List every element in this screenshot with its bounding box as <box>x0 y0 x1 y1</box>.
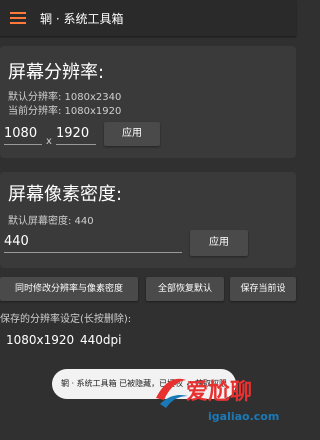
saved-item[interactable]: 1080x1920 440dpi <box>0 330 200 352</box>
saved-header: 保存的分辨率设定(长按删除): <box>0 314 132 325</box>
watermark: 爱尬聊 igaliao.com <box>150 370 296 436</box>
saved-resolution: 1080x1920 <box>6 333 75 347</box>
density-card: 屏幕像素密度: 默认屏幕密度: 440 440 应用 <box>0 172 296 268</box>
density-input[interactable]: 440 <box>4 232 182 253</box>
current-resolution-text: 当前分辨率: 1080x1920 <box>8 106 122 117</box>
watermark-url: igaliao.com <box>208 410 280 423</box>
width-input[interactable]: 1080 <box>4 124 42 145</box>
saved-dpi: 440dpi <box>80 333 122 347</box>
app-title: 辋 · 系统工具箱 <box>40 12 124 26</box>
restore-defaults-button[interactable]: 全部恢复默认 <box>146 277 224 301</box>
save-current-button[interactable]: 保存当前设 <box>230 277 296 301</box>
density-title: 屏幕像素密度: <box>8 184 123 205</box>
resolution-title: 屏幕分辨率: <box>8 62 105 83</box>
app-bar: 辋 · 系统工具箱 <box>0 0 296 36</box>
hamburger-menu-icon[interactable] <box>8 8 28 28</box>
default-resolution-text: 默认分辨率: 1080x2340 <box>8 92 122 103</box>
height-input[interactable]: 1920 <box>56 124 96 145</box>
watermark-text: 爱尬聊 <box>186 380 253 405</box>
swoosh-logo <box>156 378 188 408</box>
resolution-apply-button[interactable]: 应用 <box>104 122 160 146</box>
apply-both-button[interactable]: 同时修改分辨率与像素密度 <box>0 277 138 301</box>
density-apply-button[interactable]: 应用 <box>190 230 248 256</box>
resolution-card: 屏幕分辨率: 默认分辨率: 1080x2340 当前分辨率: 1080x1920… <box>0 46 296 158</box>
default-density-text: 默认屏幕密度: 440 <box>8 216 94 227</box>
resolution-separator: x <box>46 136 52 147</box>
